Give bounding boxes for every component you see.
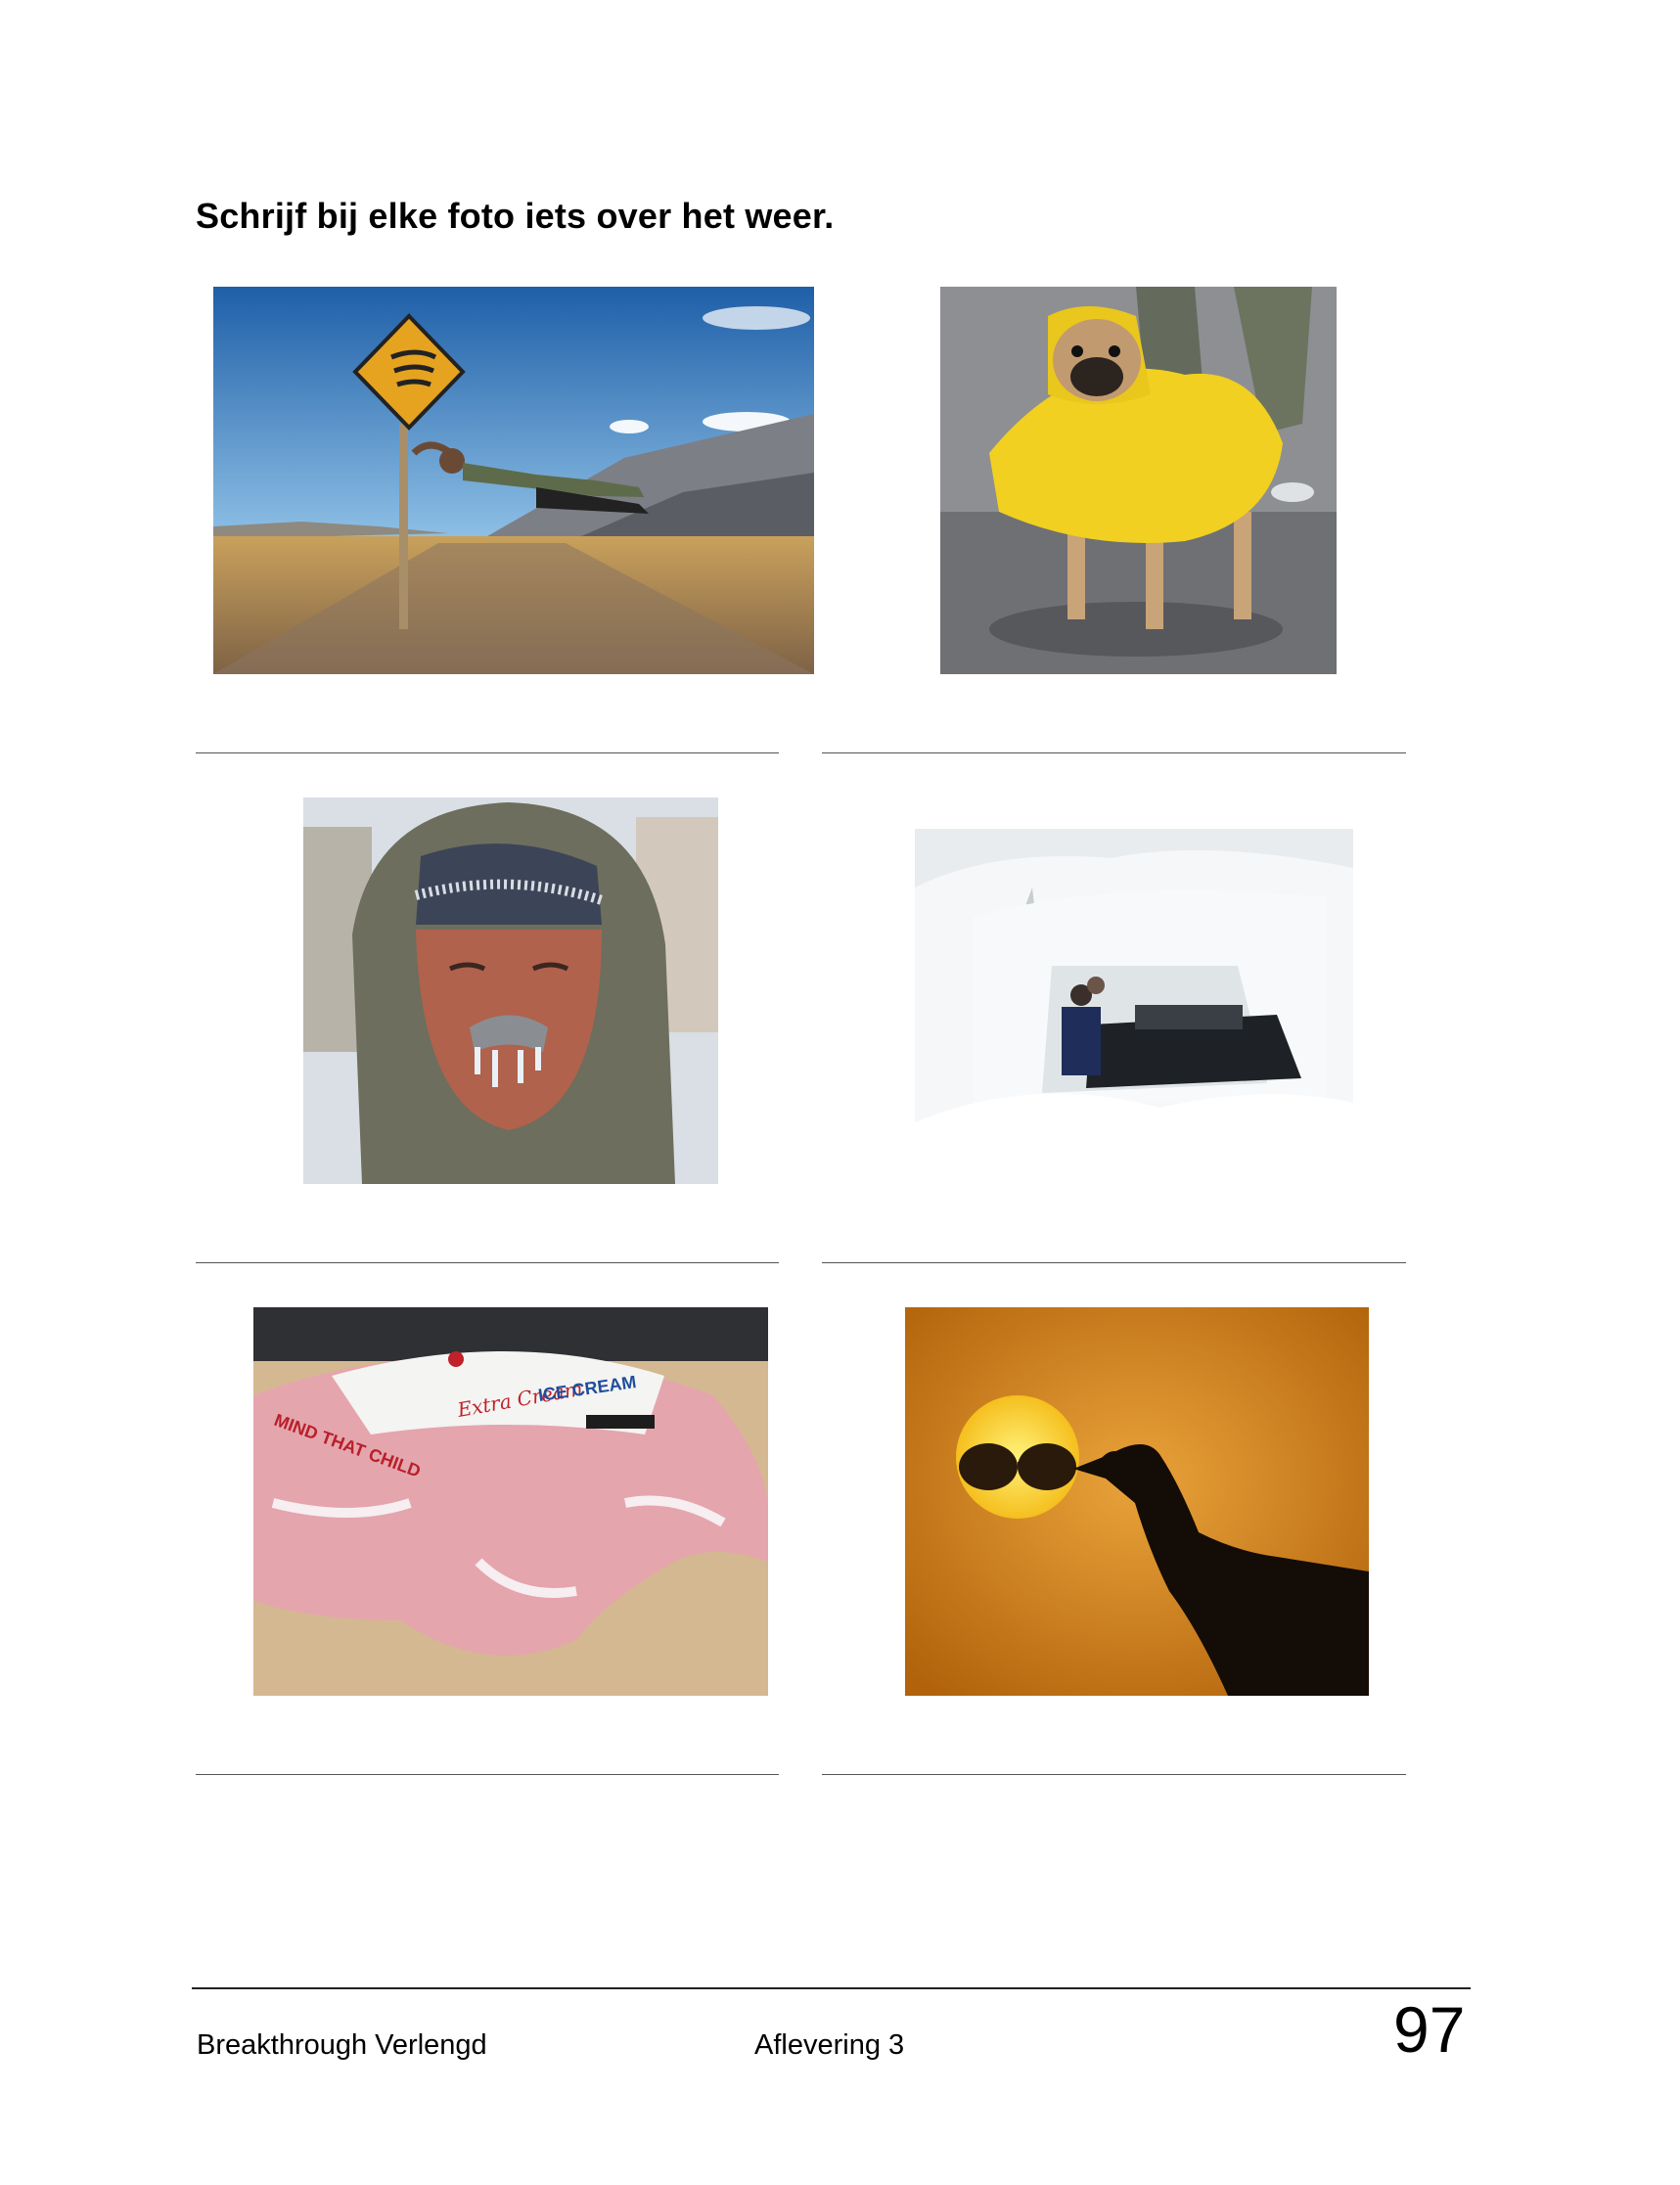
footer-series-title: Breakthrough Verlengd [197, 2029, 487, 2061]
answer-line[interactable] [196, 1774, 779, 1775]
snowed-in-car-photo [915, 829, 1353, 1149]
answer-line[interactable] [822, 1774, 1406, 1775]
page-number: 97 [1393, 1993, 1466, 2066]
windy-road-sign-photo [213, 287, 814, 674]
instruction-heading: Schrijf bij elke foto iets over het weer… [196, 196, 835, 236]
answer-line[interactable] [196, 752, 779, 753]
melting-ice-cream-van-photo: Extra Cream ICE CREAM MIND THAT CHILD [253, 1307, 768, 1696]
answer-line[interactable] [822, 1262, 1406, 1263]
pug-raincoat-photo [940, 287, 1337, 674]
answer-line[interactable] [196, 1262, 779, 1263]
frozen-man-photo [303, 797, 718, 1184]
worksheet-page: Schrijf bij elke foto iets over het weer… [0, 0, 1680, 2185]
footer-episode: Aflevering 3 [754, 2029, 905, 2061]
sun-sunglasses-photo [905, 1307, 1369, 1696]
answer-line[interactable] [822, 752, 1406, 753]
footer-divider [192, 1987, 1471, 1989]
